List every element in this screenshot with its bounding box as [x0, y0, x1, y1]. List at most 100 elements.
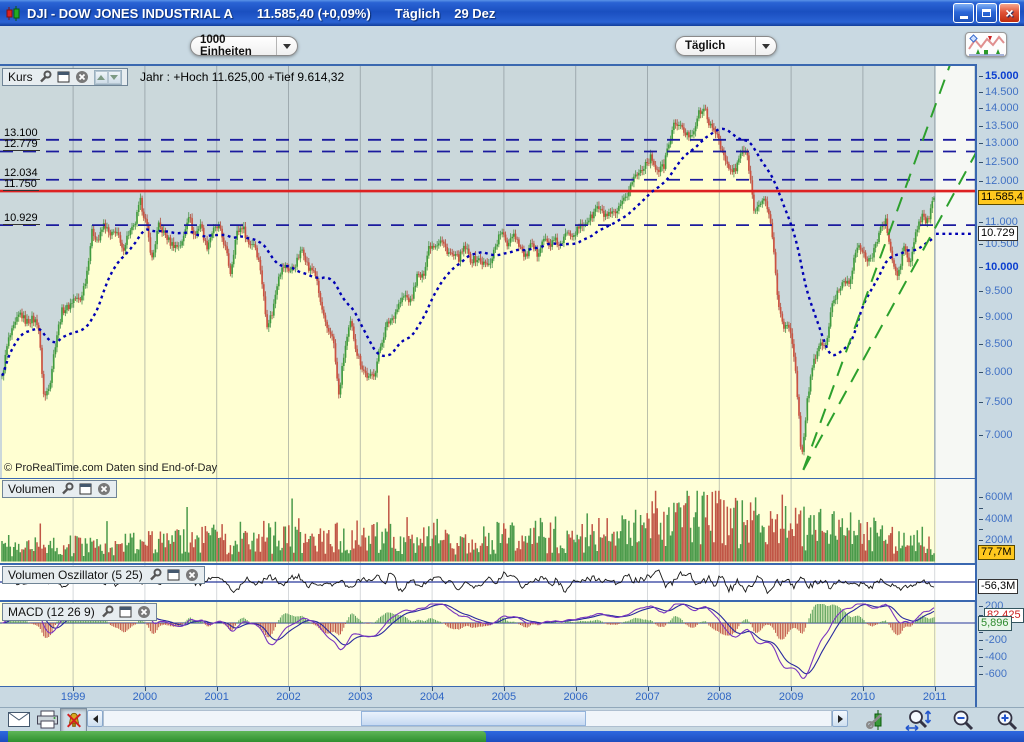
scroll-left-icon	[89, 715, 98, 723]
future-area	[936, 479, 974, 563]
oscillator-panel-title: Volumen Oszillator (5 25)	[8, 568, 143, 582]
close-panel-icon[interactable]	[137, 605, 151, 619]
chart-settings-button[interactable]	[865, 710, 889, 730]
axis-tick	[979, 76, 983, 77]
chevron-down-icon	[755, 37, 776, 55]
alerts-disabled-button[interactable]	[60, 708, 87, 733]
detach-window-icon[interactable]	[79, 483, 92, 496]
period-dropdown-value: Täglich	[685, 40, 749, 52]
y-axis-label: 12.500	[985, 156, 1019, 168]
zoom-in-icon	[995, 709, 1019, 731]
axis-tick	[979, 632, 983, 633]
axis-tick	[979, 674, 983, 675]
y-axis-label: -400	[985, 651, 1007, 663]
wrench-icon[interactable]	[60, 482, 74, 496]
detach-window-icon[interactable]	[57, 71, 70, 84]
close-panel-icon[interactable]	[75, 70, 89, 84]
scroll-right-button[interactable]	[832, 710, 848, 727]
x-axis-label: 1999	[51, 691, 95, 703]
axis-tick	[979, 649, 983, 650]
axis-tick	[979, 606, 983, 607]
macd-panel-title: MACD (12 26 9)	[8, 605, 95, 619]
wrench-icon[interactable]	[100, 605, 114, 619]
close-button[interactable]: ×	[999, 3, 1020, 23]
oscillator-panel-header[interactable]: Volumen Oszillator (5 25)	[2, 566, 205, 584]
wrench-icon[interactable]	[38, 70, 52, 84]
zoom-out-icon	[951, 709, 975, 731]
axis-tick	[979, 519, 983, 520]
axis-tick	[979, 372, 983, 373]
axis-tick	[979, 666, 983, 667]
axis-tick	[979, 540, 983, 541]
y-axis-label: 12.000	[985, 175, 1019, 187]
future-area	[936, 602, 974, 686]
x-axis-label: 2011	[913, 691, 957, 703]
y-axis-label: 13.000	[985, 137, 1019, 149]
detach-window-icon[interactable]	[167, 569, 180, 582]
zoom-fit-button[interactable]	[904, 709, 934, 731]
axis-tick	[979, 402, 983, 403]
detach-window-icon[interactable]	[119, 606, 132, 619]
alerts-disabled-icon	[65, 711, 83, 730]
x-axis-label: 2001	[195, 691, 239, 703]
x-axis-label: 2004	[410, 691, 454, 703]
price-chart[interactable]	[0, 66, 975, 478]
minimize-button[interactable]	[953, 3, 974, 23]
email-icon	[8, 712, 30, 727]
y-axis-label: 14.000	[985, 102, 1019, 114]
macd-panel-header[interactable]: MACD (12 26 9)	[2, 603, 157, 621]
maximize-button[interactable]	[976, 3, 997, 23]
y-axis-label: 7.000	[985, 429, 1013, 441]
axis-tick	[979, 143, 983, 144]
titlebar-price: 11.585,40 (+0,09%)	[257, 6, 371, 21]
move-up-icon[interactable]	[95, 71, 108, 84]
volume-panel-header[interactable]: Volumen	[2, 480, 117, 498]
y-axis-label: 9.500	[985, 285, 1013, 297]
scroll-right-icon	[838, 715, 847, 723]
print-button[interactable]	[36, 710, 59, 729]
axis-tick	[979, 344, 983, 345]
x-axis-label: 2000	[123, 691, 167, 703]
zoom-in-button[interactable]	[995, 709, 1019, 731]
scrollbar-thumb[interactable]	[361, 711, 586, 726]
x-axis-label: 2007	[626, 691, 670, 703]
units-dropdown-value: 1000 Einheiten	[200, 34, 270, 58]
axis-tick	[979, 497, 983, 498]
scroll-left-button[interactable]	[87, 710, 103, 727]
y-axis-label: 600M	[985, 491, 1013, 503]
y-axis-label: 13.500	[985, 120, 1019, 132]
axis-tick	[979, 640, 983, 641]
move-down-icon[interactable]	[108, 71, 121, 84]
chart-style-icon	[968, 34, 1005, 56]
taskbar-strip[interactable]	[0, 731, 1024, 742]
print-icon	[36, 710, 59, 729]
volume-chart[interactable]	[0, 479, 975, 563]
x-axis-label: 2002	[267, 691, 311, 703]
chart-style-button[interactable]	[965, 32, 1007, 57]
wrench-icon[interactable]	[148, 568, 162, 582]
chevron-down-icon	[276, 37, 297, 55]
y-axis-label: 400M	[985, 513, 1013, 525]
axis-tick	[979, 162, 983, 163]
scrollbar-track[interactable]	[103, 710, 832, 727]
zoom-out-button[interactable]	[951, 709, 975, 731]
app-icon	[5, 6, 21, 21]
price-axis: 11.585,4 10.729 77,7M -56,3M 82,425 5,89…	[975, 64, 1024, 707]
close-panel-icon[interactable]	[185, 568, 199, 582]
oscillator-badge: -56,3M	[978, 579, 1018, 594]
axis-tick	[979, 657, 983, 658]
chart-area: 13.10012.77912.03411.75010.929 Kurs Jahr…	[0, 64, 975, 707]
axis-tick	[979, 244, 983, 245]
copyright-text: © ProRealTime.com Daten sind End-of-Day	[4, 462, 217, 474]
close-panel-icon[interactable]	[97, 482, 111, 496]
window-buttons: ×	[953, 3, 1020, 23]
taskbar-green-segment[interactable]	[8, 731, 486, 742]
units-dropdown[interactable]: 1000 Einheiten	[190, 36, 298, 56]
price-panel-header[interactable]: Kurs	[2, 68, 128, 86]
email-button[interactable]	[8, 712, 30, 727]
period-dropdown[interactable]: Täglich	[675, 36, 777, 56]
axis-tick	[979, 92, 983, 93]
y-axis-label: 14.500	[985, 86, 1019, 98]
titlebar-symbol: DJI - DOW JONES INDUSTRIAL A	[27, 6, 233, 21]
maximize-icon	[982, 9, 991, 17]
